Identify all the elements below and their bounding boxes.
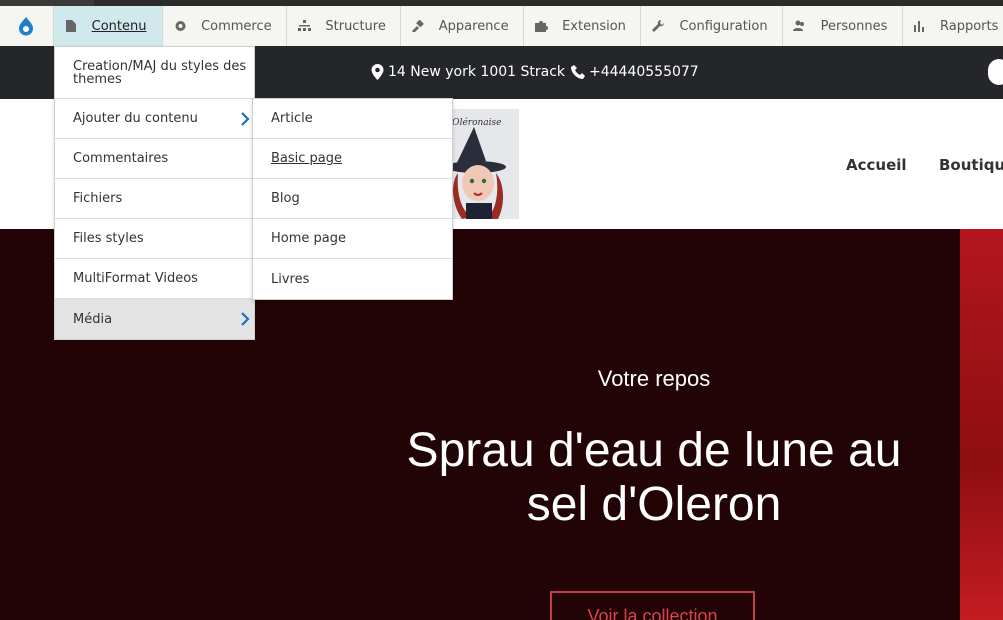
menu-item-comments[interactable]: Commentaires <box>55 139 254 179</box>
wrench-icon <box>651 19 665 33</box>
nav-home-link[interactable]: Accueil <box>846 156 907 174</box>
menu-item-label: MultiFormat Videos <box>73 271 198 286</box>
toolbar-tab-label: Apparence <box>438 18 509 34</box>
submenu-item-label: Basic page <box>271 151 343 166</box>
submenu-item-label: Livres <box>271 271 310 287</box>
phone-text: +44440555077 <box>589 64 699 80</box>
toolbar-tab-label: Configuration <box>679 18 768 34</box>
toolbar-tab-label: Extension <box>562 18 626 34</box>
toolbar-tab-apparence[interactable]: Apparence <box>401 6 525 46</box>
submenu-item-blog[interactable]: Blog <box>253 179 452 219</box>
toolbar-tab-label: Structure <box>325 18 386 34</box>
content-dropdown-menu: Creation/MAJ du styles des themes Ajoute… <box>54 46 255 340</box>
hero-red-edge <box>960 229 1003 620</box>
toolbar-tab-commerce[interactable]: Commerce <box>163 6 288 46</box>
toolbar-tab-structure[interactable]: Structure <box>287 6 401 46</box>
toolbar-tab-extension[interactable]: Extension <box>524 6 642 46</box>
people-icon <box>793 19 807 33</box>
menu-item-label: Fichiers <box>73 191 123 206</box>
toolbar-tab-label: Commerce <box>201 18 272 34</box>
nav-shop-link[interactable]: Boutique <box>939 156 1003 174</box>
menu-item-label: Média <box>73 311 113 327</box>
menu-item-label: Files styles <box>73 231 144 246</box>
sitemap-icon <box>297 19 311 33</box>
menu-item-label: Creation/MAJ du styles des themes <box>73 58 247 87</box>
map-pin-icon <box>371 64 384 80</box>
submenu-item-basic-page[interactable]: Basic page <box>253 139 452 179</box>
paintbrush-icon <box>411 19 425 33</box>
submenu-item-article[interactable]: Article <box>253 99 452 139</box>
submenu-item-label: Blog <box>271 191 300 206</box>
menu-item-label: Ajouter du contenu <box>73 111 198 126</box>
address-text: 14 New york 1001 Strack <box>388 64 566 80</box>
toolbar-tab-contenu[interactable]: Contenu <box>53 6 164 46</box>
puzzle-icon <box>534 19 548 33</box>
facebook-icon[interactable] <box>988 59 1003 85</box>
page-icon <box>64 19 78 33</box>
toolbar-tab-rapports[interactable]: Rapports <box>903 6 1003 46</box>
toolbar-tab-personnes[interactable]: Personnes <box>783 6 903 46</box>
toolbar-tab-label: Personnes <box>820 18 888 34</box>
submenu-item-label: Article <box>271 111 313 126</box>
chevron-right-icon <box>241 312 250 326</box>
menu-item-files[interactable]: Fichiers <box>55 179 254 219</box>
hero-kicker: Votre repos <box>597 366 711 391</box>
toolbar-tab-label: Rapports <box>940 18 999 34</box>
toolbar-tab-label: Contenu <box>91 18 147 34</box>
submenu-item-books[interactable]: Livres <box>253 259 452 299</box>
add-content-submenu: Article Basic page Blog Home page Livres <box>252 98 453 300</box>
menu-item-media[interactable]: Média <box>55 299 254 339</box>
phone[interactable]: +44440555077 <box>571 64 699 80</box>
menu-item-add-content[interactable]: Ajouter du contenu <box>55 99 254 139</box>
chevron-right-icon <box>241 112 250 126</box>
menu-item-label: Commentaires <box>73 151 169 166</box>
drupal-home-button[interactable] <box>0 6 54 46</box>
menu-item-multiformat-videos[interactable]: MultiFormat Videos <box>55 259 254 299</box>
address: 14 New york 1001 Strack <box>371 64 565 80</box>
menu-item-theme-styles[interactable]: Creation/MAJ du styles des themes <box>55 47 254 99</box>
commerce-icon <box>173 19 187 33</box>
submenu-item-home-page[interactable]: Home page <box>253 219 452 259</box>
menu-item-files-styles[interactable]: Files styles <box>55 219 254 259</box>
phone-icon <box>571 65 585 79</box>
drupal-drop-icon <box>19 17 34 36</box>
view-collection-button[interactable]: Voir la collection <box>550 591 755 620</box>
hero-title: Sprau d'eau de lune au sel d'Oleron <box>406 424 902 531</box>
bar-chart-icon <box>913 19 926 33</box>
toolbar-tab-configuration[interactable]: Configuration <box>641 6 783 46</box>
admin-toolbar: Contenu Commerce Structure Apparence Ext… <box>0 6 1003 47</box>
submenu-item-label: Home page <box>271 231 346 246</box>
